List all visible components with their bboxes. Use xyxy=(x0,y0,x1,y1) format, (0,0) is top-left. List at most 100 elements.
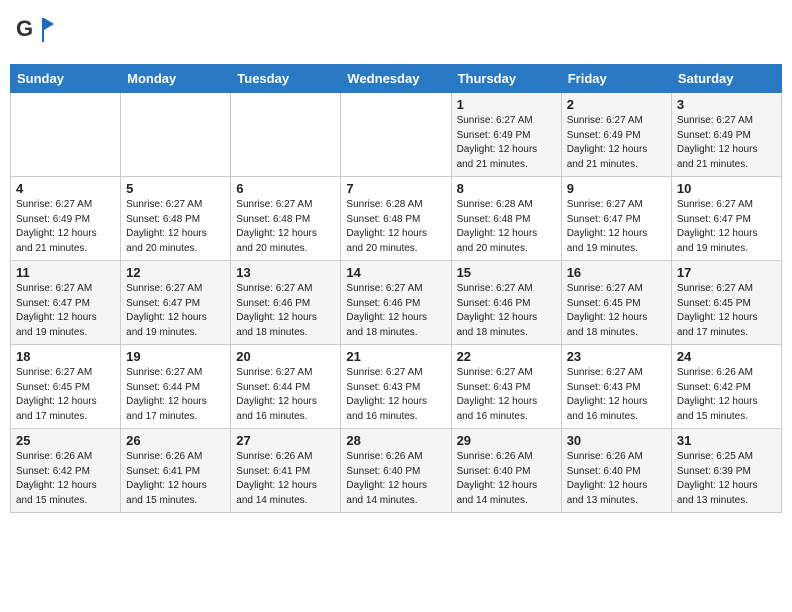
calendar-cell: 16 Sunrise: 6:27 AM Sunset: 6:45 PM Dayli… xyxy=(561,261,671,345)
calendar-cell: 28 Sunrise: 6:26 AM Sunset: 6:40 PM Dayli… xyxy=(341,429,451,513)
calendar-cell: 19 Sunrise: 6:27 AM Sunset: 6:44 PM Dayli… xyxy=(121,345,231,429)
cell-info: Sunrise: 6:26 AM Sunset: 6:40 PM Dayligh… xyxy=(346,450,445,508)
calendar-cell: 20 Sunrise: 6:27 AM Sunset: 6:44 PM Dayli… xyxy=(231,345,341,429)
day-number: 19 xyxy=(126,349,225,364)
cell-info: Sunrise: 6:27 AM Sunset: 6:49 PM Dayligh… xyxy=(677,114,776,172)
weekday-header-sunday: Sunday xyxy=(11,65,121,93)
cell-info: Sunrise: 6:27 AM Sunset: 6:44 PM Dayligh… xyxy=(236,366,335,424)
cell-info: Sunrise: 6:26 AM Sunset: 6:41 PM Dayligh… xyxy=(126,450,225,508)
cell-info: Sunrise: 6:27 AM Sunset: 6:43 PM Dayligh… xyxy=(567,366,666,424)
cell-info: Sunrise: 6:27 AM Sunset: 6:43 PM Dayligh… xyxy=(346,366,445,424)
calendar-cell: 24Sunrise: 6:26 AM Sunset: 6:42 PM Dayli… xyxy=(671,345,781,429)
weekday-header-saturday: Saturday xyxy=(671,65,781,93)
day-number: 4 xyxy=(16,181,115,196)
day-number: 11 xyxy=(16,265,115,280)
cell-info: Sunrise: 6:28 AM Sunset: 6:48 PM Dayligh… xyxy=(346,198,445,256)
calendar-week-row: 25 Sunrise: 6:26 AM Sunset: 6:42 PM Dayli… xyxy=(11,429,782,513)
calendar-cell: 22Sunrise: 6:27 AM Sunset: 6:43 PM Dayli… xyxy=(451,345,561,429)
cell-info: Sunrise: 6:27 AM Sunset: 6:43 PM Dayligh… xyxy=(457,366,556,424)
day-number: 25 xyxy=(16,433,115,448)
day-number: 26 xyxy=(126,433,225,448)
weekday-header-friday: Friday xyxy=(561,65,671,93)
calendar-week-row: 4 Sunrise: 6:27 AM Sunset: 6:49 PM Daylig… xyxy=(11,177,782,261)
calendar-cell: 3 Sunrise: 6:27 AM Sunset: 6:49 PM Daylig… xyxy=(671,93,781,177)
calendar-cell: 18 Sunrise: 6:27 AM Sunset: 6:45 PM Dayli… xyxy=(11,345,121,429)
cell-info: Sunrise: 6:28 AM Sunset: 6:48 PM Dayligh… xyxy=(457,198,556,256)
calendar-week-row: 18 Sunrise: 6:27 AM Sunset: 6:45 PM Dayli… xyxy=(11,345,782,429)
cell-info: Sunrise: 6:26 AM Sunset: 6:40 PM Dayligh… xyxy=(457,450,556,508)
day-number: 12 xyxy=(126,265,225,280)
weekday-header-tuesday: Tuesday xyxy=(231,65,341,93)
day-number: 28 xyxy=(346,433,445,448)
calendar-cell: 9 Sunrise: 6:27 AM Sunset: 6:47 PM Daylig… xyxy=(561,177,671,261)
calendar-cell: 11 Sunrise: 6:27 AM Sunset: 6:47 PM Dayli… xyxy=(11,261,121,345)
logo: G xyxy=(16,14,54,52)
cell-info: Sunrise: 6:27 AM Sunset: 6:44 PM Dayligh… xyxy=(126,366,225,424)
logo-icon: G xyxy=(16,14,54,52)
calendar-cell: 5 Sunrise: 6:27 AM Sunset: 6:48 PM Daylig… xyxy=(121,177,231,261)
day-number: 17 xyxy=(677,265,776,280)
day-number: 18 xyxy=(16,349,115,364)
weekday-header-row: SundayMondayTuesdayWednesdayThursdayFrid… xyxy=(11,65,782,93)
cell-info: Sunrise: 6:27 AM Sunset: 6:47 PM Dayligh… xyxy=(126,282,225,340)
day-number: 20 xyxy=(236,349,335,364)
cell-info: Sunrise: 6:26 AM Sunset: 6:40 PM Dayligh… xyxy=(567,450,666,508)
day-number: 10 xyxy=(677,181,776,196)
calendar-cell xyxy=(231,93,341,177)
calendar-cell: 27 Sunrise: 6:26 AM Sunset: 6:41 PM Dayli… xyxy=(231,429,341,513)
cell-info: Sunrise: 6:27 AM Sunset: 6:47 PM Dayligh… xyxy=(677,198,776,256)
calendar-week-row: 11 Sunrise: 6:27 AM Sunset: 6:47 PM Dayli… xyxy=(11,261,782,345)
day-number: 23 xyxy=(567,349,666,364)
calendar-cell: 8 Sunrise: 6:28 AM Sunset: 6:48 PM Daylig… xyxy=(451,177,561,261)
cell-info: Sunrise: 6:27 AM Sunset: 6:46 PM Dayligh… xyxy=(457,282,556,340)
day-number: 13 xyxy=(236,265,335,280)
calendar-cell: 17 Sunrise: 6:27 AM Sunset: 6:45 PM Dayli… xyxy=(671,261,781,345)
day-number: 6 xyxy=(236,181,335,196)
cell-info: Sunrise: 6:27 AM Sunset: 6:48 PM Dayligh… xyxy=(126,198,225,256)
calendar-cell: 14Sunrise: 6:27 AM Sunset: 6:46 PM Dayli… xyxy=(341,261,451,345)
cell-info: Sunrise: 6:27 AM Sunset: 6:47 PM Dayligh… xyxy=(567,198,666,256)
calendar-cell: 7 Sunrise: 6:28 AM Sunset: 6:48 PM Daylig… xyxy=(341,177,451,261)
cell-info: Sunrise: 6:26 AM Sunset: 6:41 PM Dayligh… xyxy=(236,450,335,508)
cell-info: Sunrise: 6:26 AM Sunset: 6:42 PM Dayligh… xyxy=(16,450,115,508)
weekday-header-monday: Monday xyxy=(121,65,231,93)
calendar-cell: 10 Sunrise: 6:27 AM Sunset: 6:47 PM Dayli… xyxy=(671,177,781,261)
calendar-cell: 15 Sunrise: 6:27 AM Sunset: 6:46 PM Dayli… xyxy=(451,261,561,345)
day-number: 2 xyxy=(567,97,666,112)
day-number: 1 xyxy=(457,97,556,112)
day-number: 29 xyxy=(457,433,556,448)
calendar-cell: 6Sunrise: 6:27 AM Sunset: 6:48 PM Daylig… xyxy=(231,177,341,261)
cell-info: Sunrise: 6:25 AM Sunset: 6:39 PM Dayligh… xyxy=(677,450,776,508)
day-number: 8 xyxy=(457,181,556,196)
calendar-week-row: 1 Sunrise: 6:27 AM Sunset: 6:49 PM Daylig… xyxy=(11,93,782,177)
day-number: 24 xyxy=(677,349,776,364)
calendar-cell: 2Sunrise: 6:27 AM Sunset: 6:49 PM Daylig… xyxy=(561,93,671,177)
calendar-cell: 30 Sunrise: 6:26 AM Sunset: 6:40 PM Dayli… xyxy=(561,429,671,513)
weekday-header-thursday: Thursday xyxy=(451,65,561,93)
day-number: 16 xyxy=(567,265,666,280)
day-number: 7 xyxy=(346,181,445,196)
day-number: 27 xyxy=(236,433,335,448)
cell-info: Sunrise: 6:27 AM Sunset: 6:47 PM Dayligh… xyxy=(16,282,115,340)
day-number: 5 xyxy=(126,181,225,196)
calendar-cell: 29 Sunrise: 6:26 AM Sunset: 6:40 PM Dayli… xyxy=(451,429,561,513)
calendar-cell: 13Sunrise: 6:27 AM Sunset: 6:46 PM Dayli… xyxy=(231,261,341,345)
calendar-cell xyxy=(341,93,451,177)
day-number: 15 xyxy=(457,265,556,280)
cell-info: Sunrise: 6:27 AM Sunset: 6:45 PM Dayligh… xyxy=(567,282,666,340)
day-number: 9 xyxy=(567,181,666,196)
page-header: G xyxy=(10,10,782,56)
cell-info: Sunrise: 6:27 AM Sunset: 6:49 PM Dayligh… xyxy=(16,198,115,256)
weekday-header-wednesday: Wednesday xyxy=(341,65,451,93)
day-number: 30 xyxy=(567,433,666,448)
day-number: 31 xyxy=(677,433,776,448)
calendar-cell: 26 Sunrise: 6:26 AM Sunset: 6:41 PM Dayli… xyxy=(121,429,231,513)
day-number: 14 xyxy=(346,265,445,280)
calendar-cell: 12 Sunrise: 6:27 AM Sunset: 6:47 PM Dayli… xyxy=(121,261,231,345)
cell-info: Sunrise: 6:27 AM Sunset: 6:45 PM Dayligh… xyxy=(677,282,776,340)
day-number: 3 xyxy=(677,97,776,112)
cell-info: Sunrise: 6:27 AM Sunset: 6:45 PM Dayligh… xyxy=(16,366,115,424)
cell-info: Sunrise: 6:27 AM Sunset: 6:49 PM Dayligh… xyxy=(457,114,556,172)
calendar-cell: 23 Sunrise: 6:27 AM Sunset: 6:43 PM Dayli… xyxy=(561,345,671,429)
svg-text:G: G xyxy=(16,16,33,41)
